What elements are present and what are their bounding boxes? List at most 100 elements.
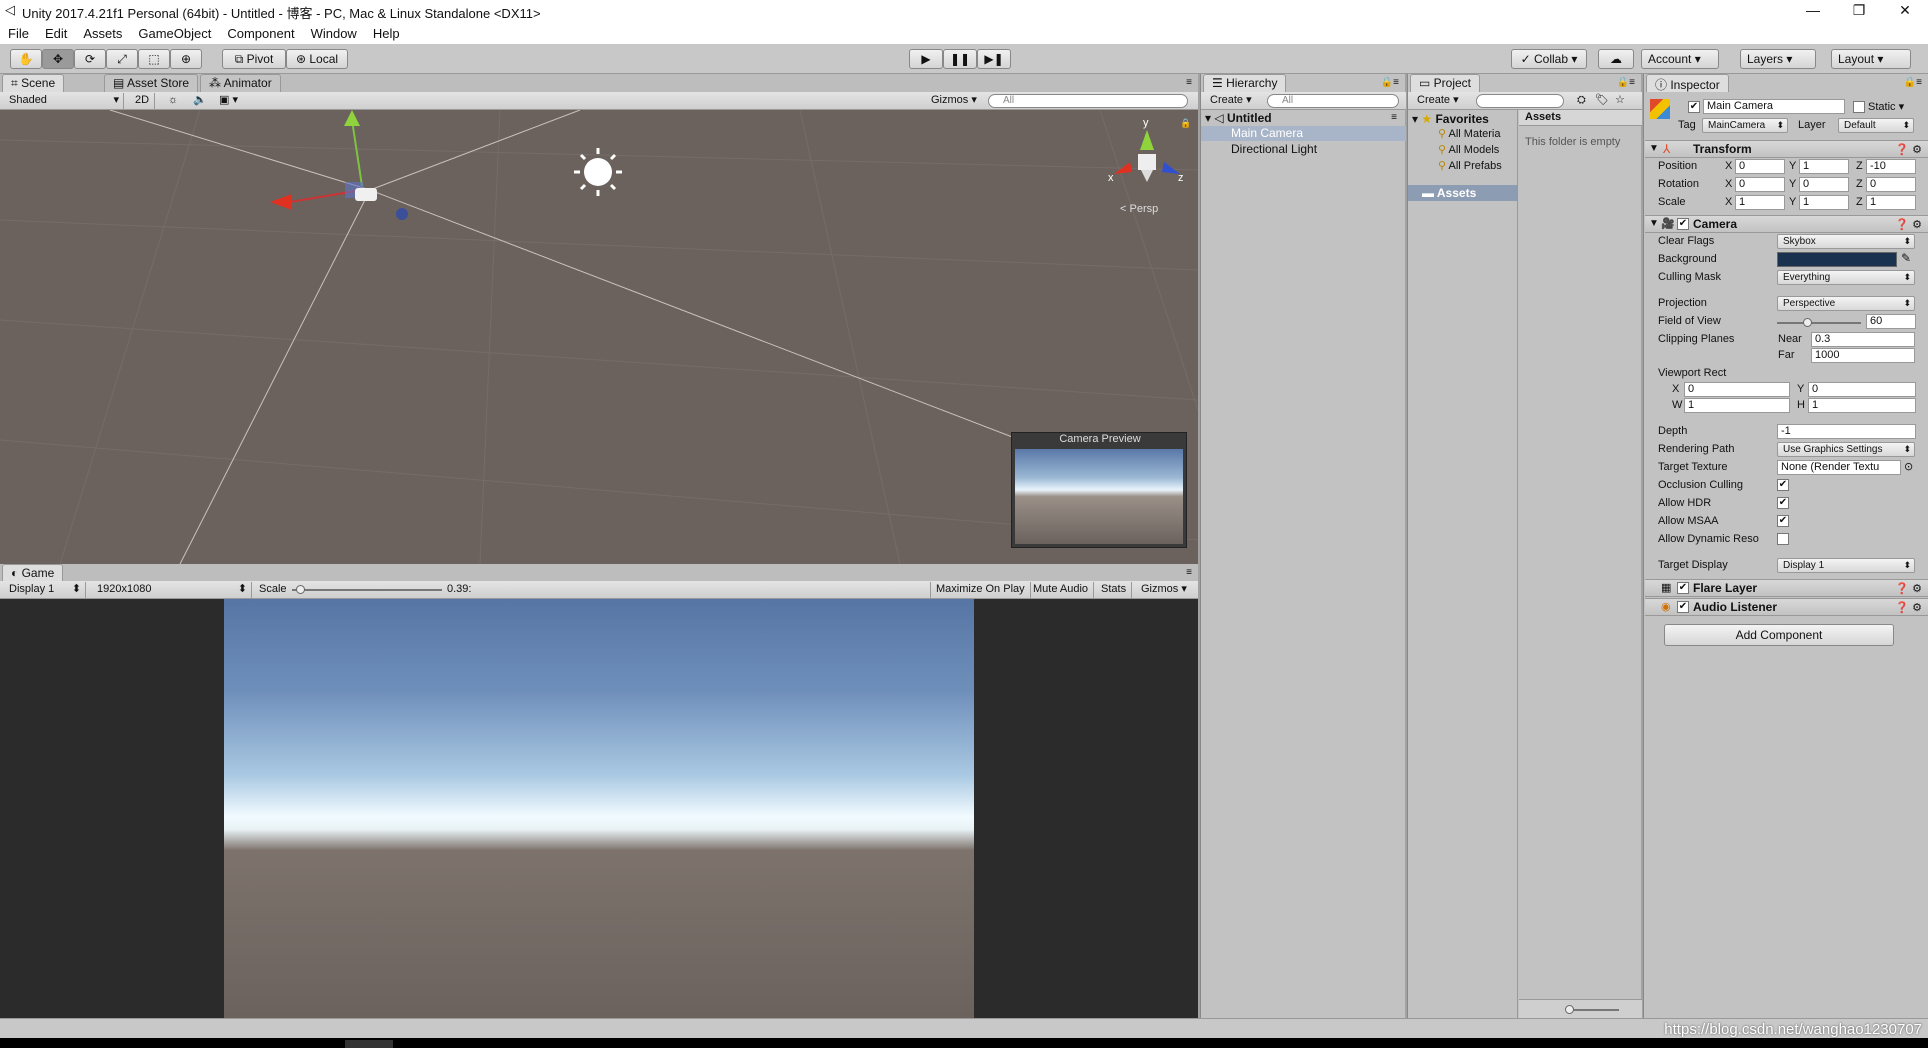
scene-search-input[interactable]: All <box>988 94 1188 108</box>
game-viewport[interactable] <box>0 599 1198 1018</box>
filter-type-icon[interactable]: ⛭ <box>1572 93 1591 109</box>
menu-assets[interactable]: Assets <box>75 22 130 41</box>
tab-hierarchy[interactable]: ☰ Hierarchy <box>1203 74 1287 92</box>
rotation-x-field[interactable]: 0 <box>1735 177 1785 192</box>
tab-scene[interactable]: ⌗ Scene <box>2 74 65 92</box>
game-gizmos-dropdown[interactable]: Gizmos ▾ <box>1136 582 1192 598</box>
list-item[interactable]: Directional Light <box>1231 142 1317 156</box>
active-checkbox[interactable]: ✔ <box>1688 101 1700 113</box>
project-create-dropdown[interactable]: Create ▾ <box>1412 93 1464 109</box>
rotation-y-field[interactable]: 0 <box>1799 177 1849 192</box>
scale-x-field[interactable]: 1 <box>1735 195 1785 210</box>
flare-layer-checkbox[interactable]: ✔ <box>1677 582 1689 594</box>
audio-toggle-icon[interactable]: 🔈 <box>188 93 212 109</box>
depth-field[interactable]: -1 <box>1777 424 1916 439</box>
assets-root-selected[interactable]: ▬ Assets <box>1408 185 1517 201</box>
persp-label[interactable]: < Persp <box>1120 203 1158 215</box>
tab-animator[interactable]: ⁂ Animator <box>200 74 281 92</box>
favorite-item[interactable]: ⚲ All Prefabs <box>1438 159 1502 172</box>
near-field[interactable]: 0.3 <box>1811 332 1915 347</box>
target-texture-field[interactable]: None (Render Textu <box>1777 460 1901 475</box>
project-search-input[interactable] <box>1476 94 1564 108</box>
shading-dropdown[interactable]: Shaded ▾ <box>4 93 124 109</box>
scene-viewport[interactable]: y x z 🔒 < Persp Camera Preview <box>0 110 1198 564</box>
target-display-dropdown[interactable]: Display 1 <box>1777 558 1915 573</box>
panel-lock-icon[interactable]: 🔒≡ <box>1381 77 1399 88</box>
play-button[interactable]: ▶ <box>909 49 943 69</box>
2d-toggle[interactable]: 2D <box>130 93 156 109</box>
position-x-field[interactable]: 0 <box>1735 159 1785 174</box>
camera-enabled-checkbox[interactable]: ✔ <box>1677 218 1689 230</box>
lighting-toggle-icon[interactable]: ☼ <box>163 93 183 109</box>
favorite-star-icon[interactable]: ☆ <box>1610 93 1630 109</box>
tab-inspector[interactable]: ⓘ Inspector <box>1646 74 1729 92</box>
step-button[interactable]: ▶❚ <box>977 49 1011 69</box>
icon-size-slider-thumb[interactable] <box>1565 1005 1574 1014</box>
position-z-field[interactable]: -10 <box>1866 159 1916 174</box>
clear-flags-dropdown[interactable]: Skybox <box>1777 234 1915 249</box>
audio-listener-checkbox[interactable]: ✔ <box>1677 601 1689 613</box>
maximize-button[interactable]: ❐ <box>1836 0 1882 22</box>
rendering-path-dropdown[interactable]: Use Graphics Settings <box>1777 442 1915 457</box>
panel-lock-icon[interactable]: 🔒≡ <box>1617 77 1635 88</box>
pivot-toggle[interactable]: ⧉ Pivot <box>222 49 286 69</box>
fov-field[interactable]: 60 <box>1866 314 1916 329</box>
account-dropdown[interactable]: Account ▾ <box>1641 49 1719 69</box>
tag-dropdown[interactable]: MainCamera <box>1702 118 1788 133</box>
tab-project[interactable]: ▭ Project <box>1410 74 1481 92</box>
projection-dropdown[interactable]: Perspective <box>1777 296 1915 311</box>
stats-toggle[interactable]: Stats <box>1096 582 1133 598</box>
static-checkbox[interactable] <box>1853 101 1865 113</box>
component-settings-icons[interactable]: ❓ ⚙ <box>1895 218 1922 231</box>
fov-slider[interactable] <box>1777 318 1861 327</box>
viewport-y-field[interactable]: 0 <box>1808 382 1916 397</box>
move-tool-icon[interactable]: ✥ <box>42 49 74 69</box>
menu-edit[interactable]: Edit <box>37 22 75 41</box>
hierarchy-create-dropdown[interactable]: Create ▾ <box>1205 93 1257 109</box>
hand-tool-icon[interactable]: ✋ <box>10 49 42 69</box>
transform-tool-icon[interactable]: ⊕ <box>170 49 202 69</box>
viewport-x-field[interactable]: 0 <box>1684 382 1790 397</box>
menu-help[interactable]: Help <box>365 22 408 41</box>
scale-tool-icon[interactable]: ⤢ <box>106 49 138 69</box>
allow-dynamic-resolution-checkbox[interactable] <box>1777 533 1789 545</box>
gizmos-dropdown[interactable]: Gizmos ▾ <box>926 93 982 109</box>
rect-tool-icon[interactable]: ⬚ <box>138 49 170 69</box>
panel-menu-icon[interactable]: ≡ <box>1186 567 1192 578</box>
scene-menu-icon[interactable]: ≡ <box>1391 112 1397 123</box>
mute-audio-toggle[interactable]: Mute Audio <box>1028 582 1095 598</box>
foldout-arrow-icon[interactable]: ▼ <box>1649 143 1659 154</box>
scale-slider-thumb[interactable] <box>295 585 305 594</box>
rotate-tool-icon[interactable]: ⟳ <box>74 49 106 69</box>
allow-msaa-checkbox[interactable]: ✔ <box>1777 515 1789 527</box>
favorites-group[interactable]: ▾ ★ Favorites <box>1412 112 1489 126</box>
transform-header[interactable]: ▼ ⅄ Transform ❓ ⚙ <box>1645 140 1928 158</box>
component-settings-icons[interactable]: ❓ ⚙ <box>1895 143 1922 156</box>
list-item[interactable]: Main Camera <box>1231 126 1303 140</box>
tab-asset-store[interactable]: ▤ Asset Store <box>104 74 199 92</box>
scene-root-item[interactable]: ▾ ◁ Untitled <box>1205 111 1272 125</box>
favorite-item[interactable]: ⚲ All Models <box>1438 143 1499 156</box>
culling-mask-dropdown[interactable]: Everything <box>1777 270 1915 285</box>
cloud-button[interactable]: ☁ <box>1598 49 1634 69</box>
tab-game[interactable]: ◐ Game <box>2 564 64 582</box>
component-settings-icons[interactable]: ❓ ⚙ <box>1895 582 1922 595</box>
foldout-arrow-icon[interactable]: ▼ <box>1649 218 1659 229</box>
close-button[interactable]: ✕ <box>1882 0 1928 22</box>
viewport-w-field[interactable]: 1 <box>1684 398 1790 413</box>
far-field[interactable]: 1000 <box>1811 348 1915 363</box>
object-name-field[interactable]: Main Camera <box>1703 99 1845 114</box>
flare-layer-header[interactable]: ▦ ✔ Flare Layer ❓ ⚙ <box>1645 579 1928 597</box>
layers-dropdown[interactable]: Layers ▾ <box>1740 49 1816 69</box>
display-dropdown[interactable]: Display 1 ⬍ <box>4 582 86 598</box>
maximize-on-play-toggle[interactable]: Maximize On Play <box>930 582 1031 598</box>
occlusion-culling-checkbox[interactable]: ✔ <box>1777 479 1789 491</box>
layout-dropdown[interactable]: Layout ▾ <box>1831 49 1911 69</box>
icon-size-slider[interactable] <box>1569 1009 1619 1011</box>
collab-dropdown[interactable]: ✓ Collab ▾ <box>1511 49 1587 69</box>
menu-file[interactable]: File <box>0 22 37 41</box>
hierarchy-search-input[interactable]: All <box>1267 94 1399 108</box>
orientation-gizmo[interactable] <box>1114 130 1180 182</box>
object-picker-icon[interactable]: ⊙ <box>1904 460 1913 473</box>
panel-menu-icon[interactable]: ≡ <box>1186 77 1192 88</box>
